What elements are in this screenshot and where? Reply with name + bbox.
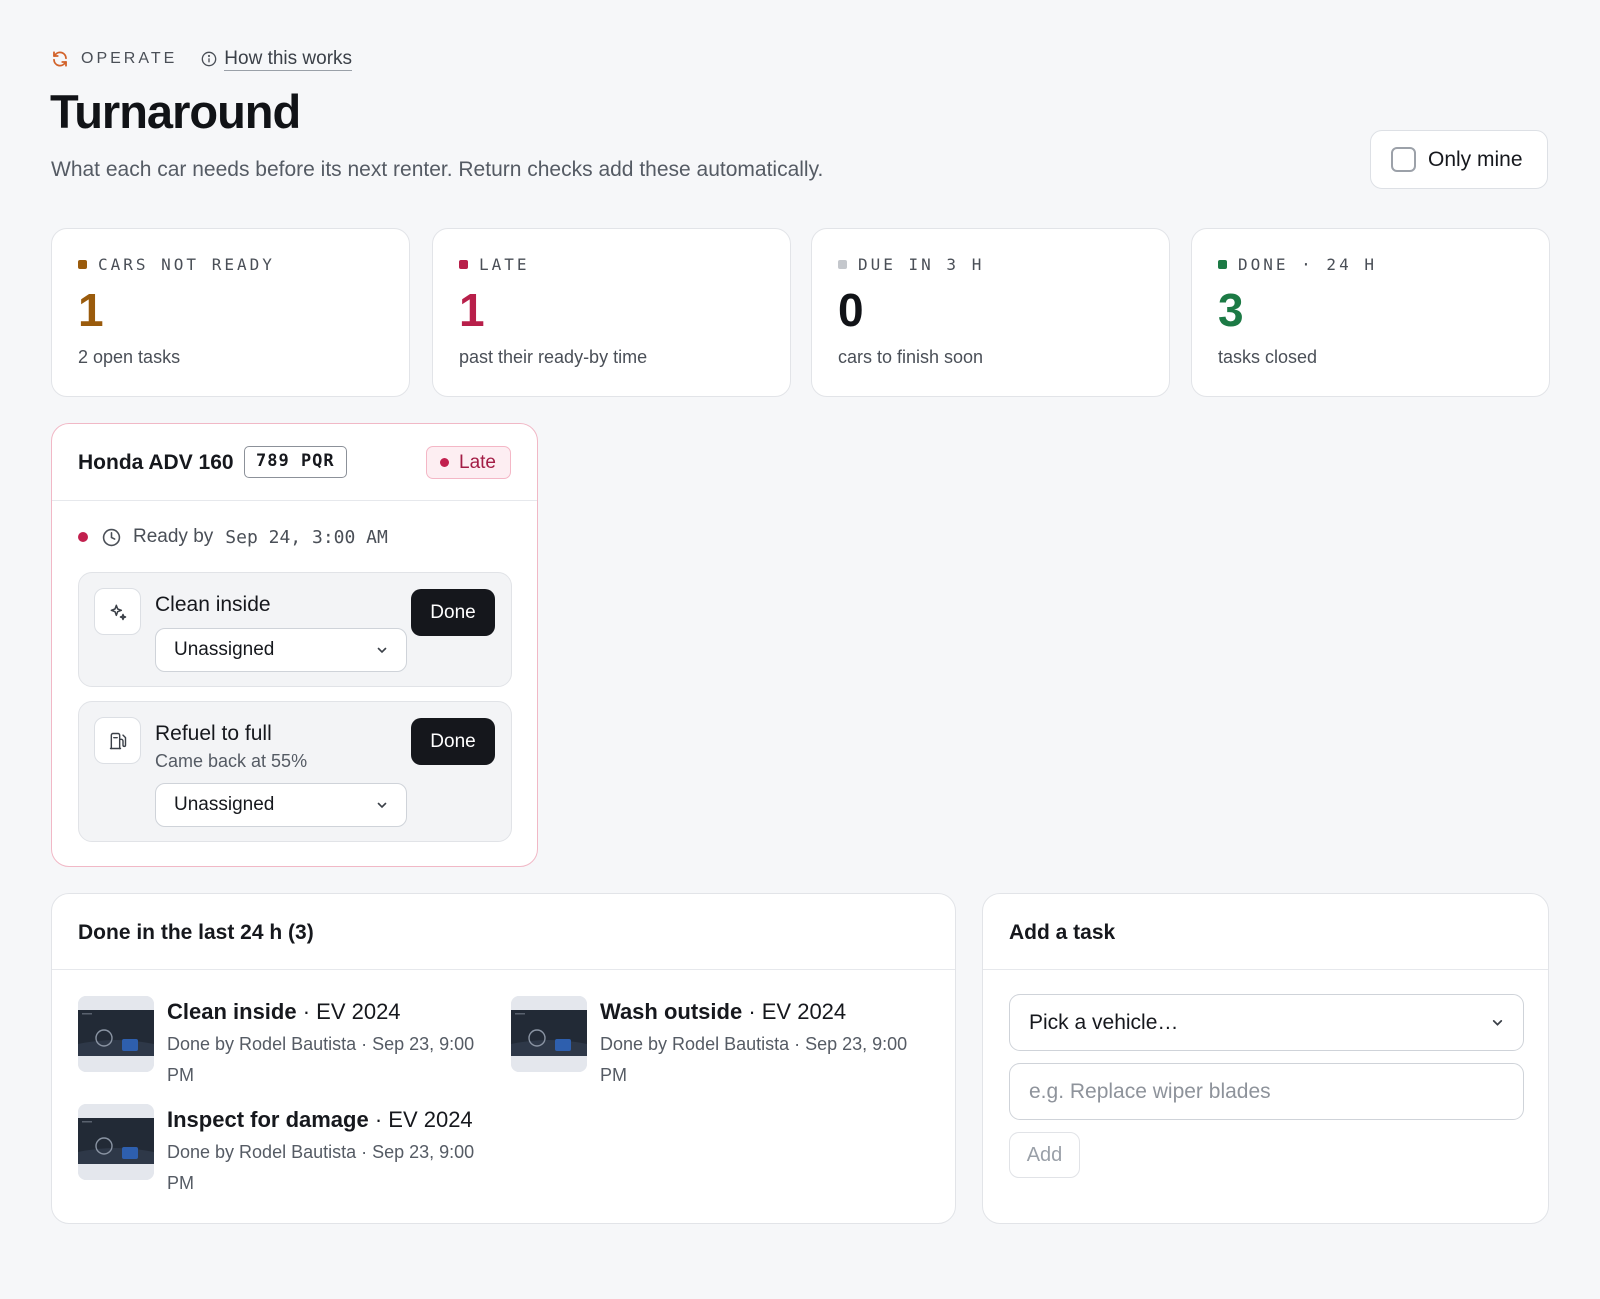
vehicle-name: Honda ADV 160 xyxy=(78,451,234,474)
stat-card-late: LATE 1 past their ready-by time xyxy=(432,228,791,397)
task-icon-box xyxy=(94,717,141,764)
task-name: Refuel to full xyxy=(155,722,272,745)
only-mine-checkbox[interactable] xyxy=(1391,147,1416,172)
vehicle-card: Honda ADV 160 789 PQR Late Ready by Sep … xyxy=(51,423,538,867)
stat-label: DUE IN 3 H xyxy=(858,255,985,274)
only-mine-toggle[interactable]: Only mine xyxy=(1370,130,1548,189)
done-button[interactable]: Done xyxy=(411,589,495,636)
task-name: Clean inside xyxy=(155,593,271,616)
license-plate: 789 PQR xyxy=(244,446,347,478)
assignee-select[interactable]: Unassigned xyxy=(155,628,407,672)
late-dot xyxy=(440,458,450,467)
chevron-down-icon xyxy=(377,647,387,654)
stat-label: CARS NOT READY xyxy=(98,255,275,274)
status-dot xyxy=(1218,260,1227,269)
done-task-name: Wash outside xyxy=(600,999,743,1024)
assignee-value: Unassigned xyxy=(174,794,275,815)
info-icon xyxy=(201,51,217,67)
vehicle-select[interactable]: Pick a vehicle… xyxy=(1009,994,1524,1051)
stat-description: past their ready-by time xyxy=(459,347,648,367)
page-subtitle: What each car needs before its next rent… xyxy=(51,158,824,181)
done-meta: Done by Rodel Bautista · Sep 23, 9:00 PM xyxy=(167,1142,475,1193)
stat-card-due-soon: DUE IN 3 H 0 cars to finish soon xyxy=(811,228,1170,397)
chevron-down-icon xyxy=(377,802,387,809)
vehicle-thumbnail xyxy=(78,1104,154,1180)
chevron-down-icon xyxy=(1492,1020,1503,1026)
done-vehicle-name: · EV 2024 xyxy=(742,999,847,1024)
vehicle-card-header: Honda ADV 160 789 PQR Late xyxy=(52,424,537,501)
task-description-input[interactable] xyxy=(1009,1063,1524,1120)
assignee-select[interactable]: Unassigned xyxy=(155,783,407,827)
panel-title: Done in the last 24 h (3) xyxy=(78,921,314,944)
stat-label: DONE · 24 H xyxy=(1238,255,1377,274)
stat-value: 1 xyxy=(78,284,104,336)
status-dot xyxy=(459,260,468,269)
sparkle-icon xyxy=(110,604,126,620)
page-title: Turnaround xyxy=(50,85,301,138)
done-vehicle-name: · EV 2024 xyxy=(296,999,401,1024)
breadcrumb: OPERATE How this works xyxy=(51,47,353,71)
status-badge-label: Late xyxy=(459,451,496,473)
refresh-icon xyxy=(53,51,67,67)
done-button[interactable]: Done xyxy=(411,718,495,765)
late-dot xyxy=(78,532,88,542)
stat-description: 2 open tasks xyxy=(78,347,181,367)
done-vehicle-name: · EV 2024 xyxy=(368,1107,473,1132)
done-recently-panel: Done in the last 24 h (3) Clean inside ·… xyxy=(51,893,956,1224)
add-button[interactable]: Add xyxy=(1009,1132,1080,1178)
fuel-pump-icon xyxy=(109,732,126,749)
stat-description: tasks closed xyxy=(1218,347,1318,367)
add-task-panel: Add a task Pick a vehicle… Add xyxy=(982,893,1549,1224)
ready-by-time: Sep 24, 3:00 AM xyxy=(225,526,388,548)
done-meta: Done by Rodel Bautista · Sep 23, 9:00 PM xyxy=(600,1034,908,1085)
ready-by-row: Ready by Sep 24, 3:00 AM xyxy=(78,526,388,548)
how-this-works-link[interactable]: How this works xyxy=(224,48,353,71)
vehicle-select-value: Pick a vehicle… xyxy=(1029,1010,1179,1034)
assignee-value: Unassigned xyxy=(174,639,275,660)
done-task-name: Inspect for damage xyxy=(167,1107,369,1132)
vehicle-photo xyxy=(78,1104,154,1180)
status-dot xyxy=(838,260,847,269)
clock-icon xyxy=(102,528,121,546)
done-item[interactable]: Inspect for damage · EV 2024 Done by Rod… xyxy=(78,1104,497,1199)
section-label: OPERATE xyxy=(81,50,178,67)
stat-value: 3 xyxy=(1218,284,1244,336)
only-mine-label: Only mine xyxy=(1428,147,1523,171)
stat-card-cars-not-ready: CARS NOT READY 1 2 open tasks xyxy=(51,228,410,397)
ready-by-label: Ready by xyxy=(133,526,214,547)
panel-header: Done in the last 24 h (3) xyxy=(52,894,955,970)
stat-value: 0 xyxy=(838,284,864,336)
task-item: Refuel to full Came back at 55% Done Una… xyxy=(78,701,512,842)
task-item: Clean inside Done Unassigned xyxy=(78,572,512,687)
stat-card-done: DONE · 24 H 3 tasks closed xyxy=(1191,228,1550,397)
done-item[interactable]: Wash outside · EV 2024 Done by Rodel Bau… xyxy=(511,996,930,1091)
done-item[interactable]: Clean inside · EV 2024 Done by Rodel Bau… xyxy=(78,996,497,1091)
stat-description: cars to finish soon xyxy=(838,347,984,367)
stat-label: LATE xyxy=(479,255,530,274)
done-task-name: Clean inside xyxy=(167,999,297,1024)
task-icon-box xyxy=(94,588,141,635)
task-note: Came back at 55% xyxy=(155,751,308,771)
panel-title: Add a task xyxy=(1009,921,1116,944)
vehicle-photo xyxy=(78,996,154,1072)
vehicle-thumbnail xyxy=(511,996,587,1072)
vehicle-thumbnail xyxy=(78,996,154,1072)
stat-value: 1 xyxy=(459,284,485,336)
done-meta: Done by Rodel Bautista · Sep 23, 9:00 PM xyxy=(167,1034,475,1085)
status-badge: Late xyxy=(426,446,511,479)
status-dot xyxy=(78,260,87,269)
vehicle-photo xyxy=(511,996,587,1072)
panel-header: Add a task xyxy=(983,894,1548,970)
